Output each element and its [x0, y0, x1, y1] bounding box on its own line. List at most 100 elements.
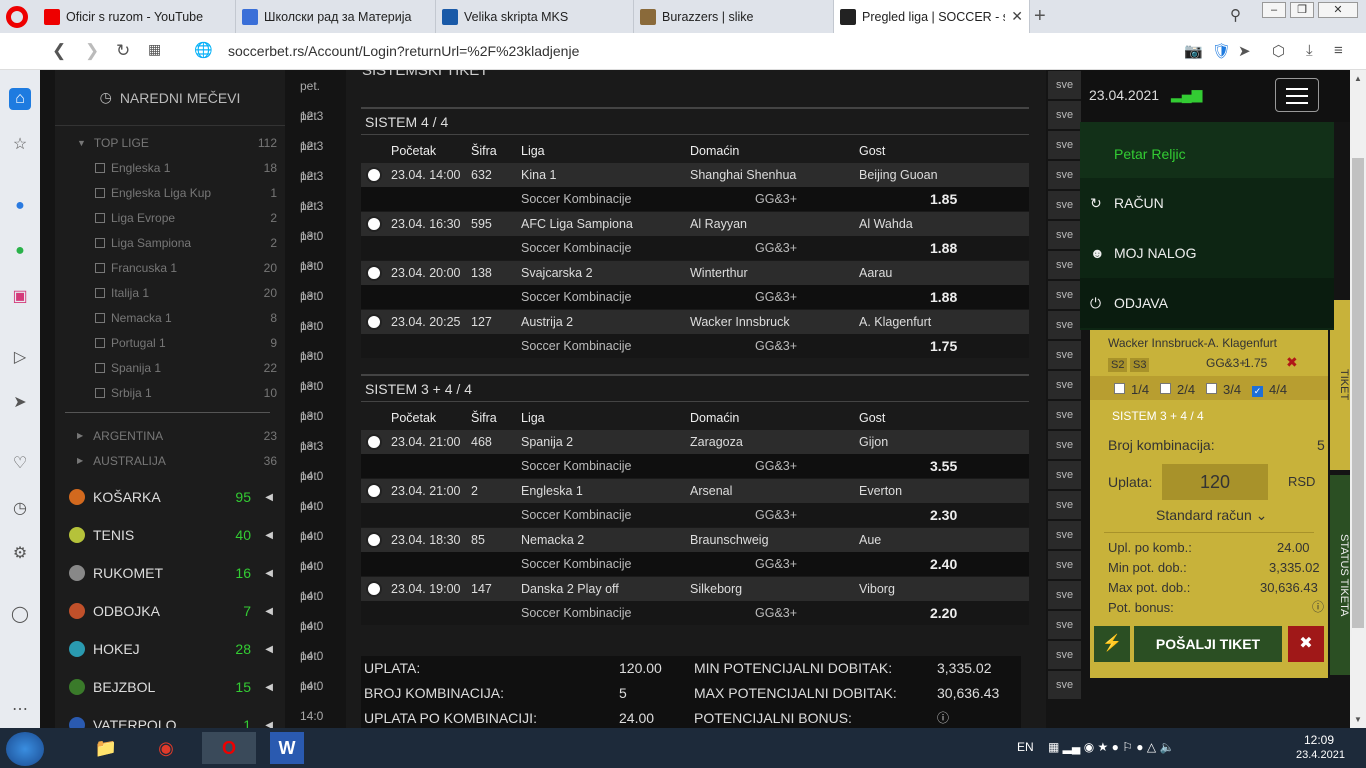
clock-date[interactable]: 23.4.2021: [1296, 749, 1345, 761]
menu-item-my-profile[interactable]: ☻ MOJ NALOG: [1080, 228, 1334, 278]
maximize-button[interactable]: ❐: [1290, 2, 1314, 18]
all-odds-button[interactable]: sve: [1048, 551, 1081, 579]
opera-logo-icon[interactable]: [6, 6, 28, 28]
all-odds-button[interactable]: sve: [1048, 341, 1081, 369]
search-tabs-icon[interactable]: ⚲: [1230, 6, 1241, 24]
sport-item[interactable]: VATERPOLO 1 ◀: [55, 706, 285, 728]
quick-bet-button[interactable]: ⚡: [1094, 626, 1130, 662]
clock-time[interactable]: 12:09: [1304, 733, 1334, 747]
league-item[interactable]: Liga Sampiona 2: [77, 230, 277, 255]
tray-icons[interactable]: ▦ ▂▄ ◉ ★ ● ⚐ ● △ 🔈: [1048, 740, 1174, 754]
clear-ticket-button[interactable]: ✖: [1288, 626, 1324, 662]
send-icon[interactable]: ➤: [1238, 42, 1251, 60]
upcoming-matches-header[interactable]: ◷ NAREDNI MEČEVI: [55, 70, 285, 125]
system-1-checkbox[interactable]: [1114, 383, 1125, 394]
instagram-icon[interactable]: ▣: [9, 285, 31, 307]
all-odds-button[interactable]: sve: [1048, 251, 1081, 279]
all-odds-button[interactable]: sve: [1048, 221, 1081, 249]
league-checkbox[interactable]: [95, 162, 105, 173]
word-icon[interactable]: W: [270, 732, 304, 764]
browser-tab[interactable]: Velika skripta MKS: [436, 0, 634, 33]
hamburger-menu-button[interactable]: [1275, 78, 1319, 112]
league-item[interactable]: Spanija 1 22: [77, 355, 277, 380]
expand-sport-icon[interactable]: ◀: [265, 606, 273, 617]
user-name[interactable]: Petar Reljic: [1114, 146, 1186, 162]
speed-dial-icon[interactable]: ▦: [148, 41, 161, 58]
page-scrollbar[interactable]: ▲ ▼: [1350, 70, 1366, 728]
browser-tab[interactable]: Oficir s ruzom - YouTube: [38, 0, 236, 33]
all-odds-button[interactable]: sve: [1048, 161, 1081, 189]
ticket-status-tab[interactable]: STATUS TIKETA: [1330, 475, 1350, 675]
clock-icon[interactable]: ◷: [9, 497, 31, 519]
shield-icon[interactable]: 🛡: [1212, 42, 1231, 60]
close-tab-icon[interactable]: ✕: [1011, 8, 1023, 25]
expand-sport-icon[interactable]: ◀: [265, 568, 273, 579]
all-odds-button[interactable]: sve: [1048, 281, 1081, 309]
system-3-checkbox[interactable]: [1206, 383, 1217, 394]
opera-taskbar-icon[interactable]: O: [202, 732, 256, 764]
all-odds-button[interactable]: sve: [1048, 491, 1081, 519]
start-button[interactable]: [6, 732, 44, 766]
all-odds-button[interactable]: sve: [1048, 371, 1081, 399]
league-item[interactable]: Engleska 1 18: [77, 155, 277, 180]
league-checkbox[interactable]: [95, 212, 105, 223]
url-field[interactable]: soccerbet.rs/Account/Login?returnUrl=%2F…: [228, 43, 579, 59]
language-indicator[interactable]: EN: [1017, 740, 1034, 754]
country-item[interactable]: ▶ AUSTRALIJA 36: [77, 448, 277, 473]
league-item[interactable]: Srbija 1 10: [77, 380, 277, 405]
new-tab-button[interactable]: +: [1034, 5, 1046, 28]
sport-item[interactable]: RUKOMET 16 ◀: [55, 554, 285, 592]
sport-item[interactable]: BEJZBOL 15 ◀: [55, 668, 285, 706]
info-icon[interactable]: ⓘ: [937, 706, 949, 728]
all-odds-button[interactable]: sve: [1048, 191, 1081, 219]
league-checkbox[interactable]: [95, 237, 105, 248]
system-4-checkbox[interactable]: ✓: [1252, 386, 1263, 397]
sport-item[interactable]: HOKEJ 28 ◀: [55, 630, 285, 668]
all-odds-button[interactable]: sve: [1048, 431, 1081, 459]
player-icon[interactable]: ▷: [9, 346, 31, 368]
sport-item[interactable]: TENIS 40 ◀: [55, 516, 285, 554]
menu-item-logout[interactable]: ⏻ ODJAVA: [1080, 278, 1334, 328]
league-checkbox[interactable]: [95, 287, 105, 298]
browser-tab[interactable]: Pregled liga | SOCCER - spo ✕: [834, 0, 1030, 33]
league-item[interactable]: Francuska 1 20: [77, 255, 277, 280]
sport-item[interactable]: KOŠARKA 95 ◀: [55, 478, 285, 516]
all-odds-button[interactable]: sve: [1048, 311, 1081, 339]
league-checkbox[interactable]: [95, 312, 105, 323]
league-item[interactable]: Engleska Liga Kup 1: [77, 180, 277, 205]
league-checkbox[interactable]: [95, 337, 105, 348]
sport-item[interactable]: ODBOJKA 7 ◀: [55, 592, 285, 630]
bonus-info-icon[interactable]: ⓘ: [1312, 598, 1324, 615]
expand-sport-icon[interactable]: ◀: [265, 644, 273, 655]
all-odds-button[interactable]: sve: [1048, 461, 1081, 489]
download-icon[interactable]: ⤓: [1306, 42, 1313, 59]
more-icon[interactable]: ⋯: [9, 698, 31, 720]
explorer-icon[interactable]: 📁: [86, 732, 126, 764]
expand-sport-icon[interactable]: ◀: [265, 492, 273, 503]
messenger-icon[interactable]: ●: [9, 195, 31, 217]
badge-s2[interactable]: S2: [1108, 358, 1128, 372]
league-checkbox[interactable]: [95, 187, 105, 198]
browser-tab[interactable]: Burazzers | slike: [634, 0, 834, 33]
forward-icon[interactable]: ❯: [85, 41, 99, 61]
all-odds-button[interactable]: sve: [1048, 581, 1081, 609]
top-leagues-toggle[interactable]: ▼ TOP LIGE 112: [77, 130, 277, 155]
league-checkbox[interactable]: [95, 262, 105, 273]
all-odds-button[interactable]: sve: [1048, 101, 1081, 129]
league-item[interactable]: Nemacka 1 8: [77, 305, 277, 330]
remove-match-icon[interactable]: ✖: [1286, 354, 1298, 371]
league-checkbox[interactable]: [95, 387, 105, 398]
home-icon[interactable]: ⌂: [9, 88, 31, 110]
camera-icon[interactable]: 📷: [1184, 42, 1203, 60]
cube-icon[interactable]: ⬡: [1272, 42, 1285, 60]
expand-sport-icon[interactable]: ◀: [265, 530, 273, 541]
expand-sport-icon[interactable]: ◀: [265, 682, 273, 693]
league-checkbox[interactable]: [95, 362, 105, 373]
whatsapp-icon[interactable]: ●: [9, 240, 31, 262]
reload-icon[interactable]: ↻: [116, 41, 130, 61]
all-odds-button[interactable]: sve: [1048, 521, 1081, 549]
menu-item-account[interactable]: ↻ RAČUN: [1080, 178, 1334, 228]
all-odds-button[interactable]: sve: [1048, 671, 1081, 699]
uplata-input[interactable]: 120: [1162, 464, 1268, 500]
send-ticket-button[interactable]: POŠALJI TIKET: [1134, 626, 1282, 662]
